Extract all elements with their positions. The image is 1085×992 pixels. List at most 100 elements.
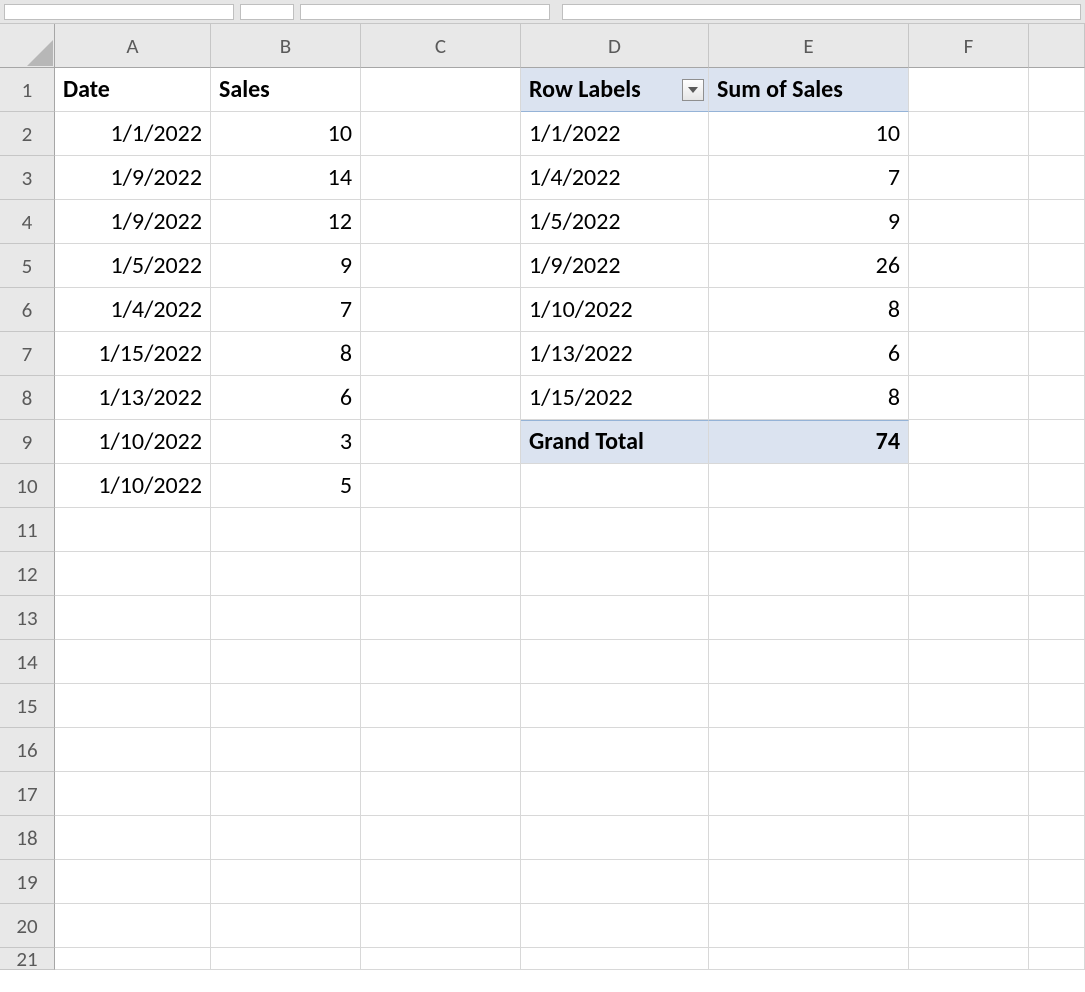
cell-C10[interactable] xyxy=(361,464,521,508)
cell-G14[interactable] xyxy=(1029,640,1085,684)
cell-E14[interactable] xyxy=(709,640,909,684)
cell-B15[interactable] xyxy=(211,684,361,728)
cell-C4[interactable] xyxy=(361,200,521,244)
cell-B11[interactable] xyxy=(211,508,361,552)
cell-F8[interactable] xyxy=(909,376,1029,420)
cell-F6[interactable] xyxy=(909,288,1029,332)
cell-C8[interactable] xyxy=(361,376,521,420)
cell-E16[interactable] xyxy=(709,728,909,772)
cell-A15[interactable] xyxy=(55,684,211,728)
cell-B16[interactable] xyxy=(211,728,361,772)
cell-A3[interactable]: 1/9/2022 xyxy=(55,156,211,200)
formula-extension[interactable] xyxy=(562,4,1081,20)
cell-F15[interactable] xyxy=(909,684,1029,728)
cell-C15[interactable] xyxy=(361,684,521,728)
cell-G20[interactable] xyxy=(1029,904,1085,948)
cell-A13[interactable] xyxy=(55,596,211,640)
cell-C16[interactable] xyxy=(361,728,521,772)
row-header-4[interactable]: 4 xyxy=(0,200,55,244)
cell-D13[interactable] xyxy=(521,596,709,640)
cell-F18[interactable] xyxy=(909,816,1029,860)
cell-E18[interactable] xyxy=(709,816,909,860)
row-header-20[interactable]: 20 xyxy=(0,904,55,948)
row-header-5[interactable]: 5 xyxy=(0,244,55,288)
cell-C2[interactable] xyxy=(361,112,521,156)
col-header-B[interactable]: B xyxy=(211,24,361,68)
cell-B14[interactable] xyxy=(211,640,361,684)
cell-F21[interactable] xyxy=(909,948,1029,970)
row-header-14[interactable]: 14 xyxy=(0,640,55,684)
name-box[interactable] xyxy=(4,4,234,20)
cell-F14[interactable] xyxy=(909,640,1029,684)
cell-A19[interactable] xyxy=(55,860,211,904)
row-header-17[interactable]: 17 xyxy=(0,772,55,816)
row-header-1[interactable]: 1 xyxy=(0,68,55,112)
col-header-D[interactable]: D xyxy=(521,24,709,68)
cell-E7[interactable]: 6 xyxy=(709,332,909,376)
cell-B4[interactable]: 12 xyxy=(211,200,361,244)
cell-D16[interactable] xyxy=(521,728,709,772)
row-header-3[interactable]: 3 xyxy=(0,156,55,200)
cell-D14[interactable] xyxy=(521,640,709,684)
cell-G11[interactable] xyxy=(1029,508,1085,552)
cell-B8[interactable]: 6 xyxy=(211,376,361,420)
cell-D3[interactable]: 1/4/2022 xyxy=(521,156,709,200)
cell-D2[interactable]: 1/1/2022 xyxy=(521,112,709,156)
cell-G16[interactable] xyxy=(1029,728,1085,772)
cell-A12[interactable] xyxy=(55,552,211,596)
cell-A18[interactable] xyxy=(55,816,211,860)
cell-D12[interactable] xyxy=(521,552,709,596)
cell-B18[interactable] xyxy=(211,816,361,860)
cell-B9[interactable]: 3 xyxy=(211,420,361,464)
cell-F16[interactable] xyxy=(909,728,1029,772)
cell-D21[interactable] xyxy=(521,948,709,970)
cell-F10[interactable] xyxy=(909,464,1029,508)
cell-A14[interactable] xyxy=(55,640,211,684)
cell-F12[interactable] xyxy=(909,552,1029,596)
cell-B2[interactable]: 10 xyxy=(211,112,361,156)
cell-C19[interactable] xyxy=(361,860,521,904)
cell-A17[interactable] xyxy=(55,772,211,816)
cell-C17[interactable] xyxy=(361,772,521,816)
pivot-grand-total-label[interactable]: Grand Total xyxy=(521,420,709,464)
spreadsheet-grid[interactable]: A B C D E F 1 Date Sales Row Labels Sum … xyxy=(0,24,1085,992)
cell-D7[interactable]: 1/13/2022 xyxy=(521,332,709,376)
cell-G18[interactable] xyxy=(1029,816,1085,860)
cell-A5[interactable]: 1/5/2022 xyxy=(55,244,211,288)
cell-E6[interactable]: 8 xyxy=(709,288,909,332)
cell-E15[interactable] xyxy=(709,684,909,728)
cell-D10[interactable] xyxy=(521,464,709,508)
row-header-10[interactable]: 10 xyxy=(0,464,55,508)
row-header-18[interactable]: 18 xyxy=(0,816,55,860)
cell-C20[interactable] xyxy=(361,904,521,948)
cell-A11[interactable] xyxy=(55,508,211,552)
fx-buttons[interactable] xyxy=(240,4,295,20)
cell-C21[interactable] xyxy=(361,948,521,970)
cell-G17[interactable] xyxy=(1029,772,1085,816)
cell-D18[interactable] xyxy=(521,816,709,860)
cell-G9[interactable] xyxy=(1029,420,1085,464)
cell-E10[interactable] xyxy=(709,464,909,508)
cell-F9[interactable] xyxy=(909,420,1029,464)
cell-G6[interactable] xyxy=(1029,288,1085,332)
cell-G5[interactable] xyxy=(1029,244,1085,288)
cell-D17[interactable] xyxy=(521,772,709,816)
cell-E12[interactable] xyxy=(709,552,909,596)
cell-G21[interactable] xyxy=(1029,948,1085,970)
row-header-11[interactable]: 11 xyxy=(0,508,55,552)
cell-D4[interactable]: 1/5/2022 xyxy=(521,200,709,244)
col-header-blank[interactable] xyxy=(1029,24,1085,68)
cell-G1[interactable] xyxy=(1029,68,1085,112)
row-header-19[interactable]: 19 xyxy=(0,860,55,904)
cell-F2[interactable] xyxy=(909,112,1029,156)
cell-D15[interactable] xyxy=(521,684,709,728)
row-header-21[interactable]: 21 xyxy=(0,948,55,970)
cell-A8[interactable]: 1/13/2022 xyxy=(55,376,211,420)
cell-A7[interactable]: 1/15/2022 xyxy=(55,332,211,376)
cell-E21[interactable] xyxy=(709,948,909,970)
cell-C9[interactable] xyxy=(361,420,521,464)
cell-C1[interactable] xyxy=(361,68,521,112)
cell-C12[interactable] xyxy=(361,552,521,596)
formula-input[interactable] xyxy=(300,4,550,20)
cell-E11[interactable] xyxy=(709,508,909,552)
